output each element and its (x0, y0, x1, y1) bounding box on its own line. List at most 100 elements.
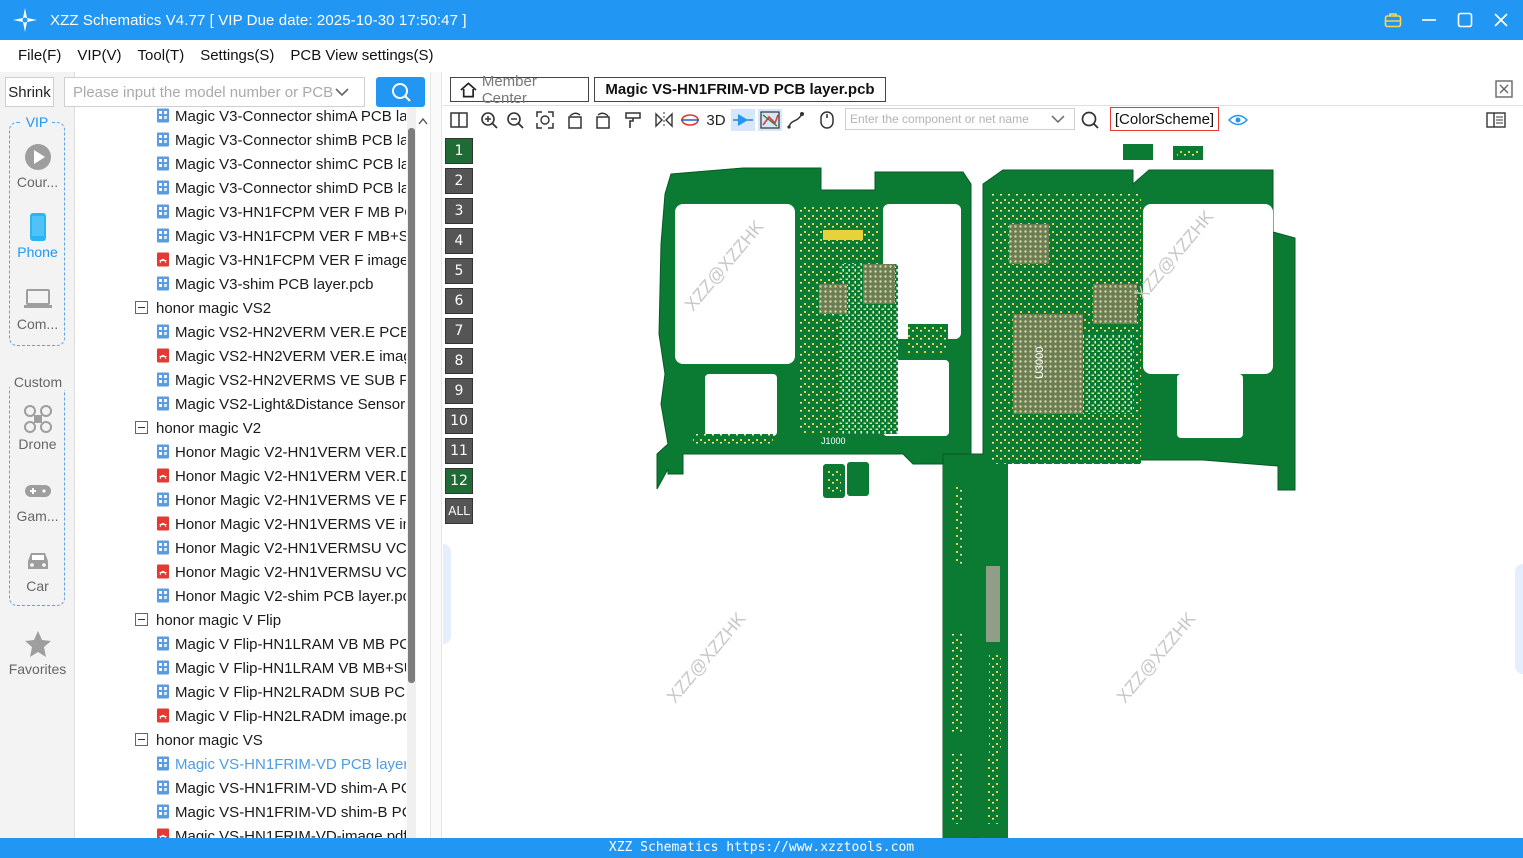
color-scheme-button[interactable]: [ColorScheme] (1110, 107, 1219, 131)
pdf-file-icon (157, 516, 169, 531)
favorites-button[interactable]: Favorites (0, 629, 75, 677)
tree-file-item[interactable]: Honor Magic V2-HN1VERMSU VC image.pdf (156, 561, 406, 585)
visibility-eye-icon[interactable] (1227, 109, 1249, 131)
tree-file-item[interactable]: Magic V3-Connector shimB PCB layer.pcb (156, 129, 406, 153)
tree-scrollbar[interactable] (407, 108, 416, 838)
trace-route-icon[interactable] (785, 109, 807, 131)
tree-file-item[interactable]: Magic V3-Connector shimA PCB layer.pcb (156, 108, 406, 129)
split-view-icon[interactable] (449, 109, 469, 131)
maximize-button[interactable] (1453, 8, 1477, 32)
chevron-down-icon[interactable] (1051, 114, 1065, 124)
home-icon (460, 81, 477, 97)
category-courses[interactable]: Cour... (0, 142, 75, 190)
tree-file-item[interactable]: Honor Magic V2-HN1VERMS VE image.pdf (156, 513, 406, 537)
document-tabs: Member Center Magic VS-HN1FRIM-VD PCB la… (443, 72, 1523, 107)
mouse-mode-icon[interactable] (817, 109, 837, 131)
window-title: XZZ Schematics V4.77 [ VIP Due date: 202… (50, 11, 467, 29)
tree-file-item[interactable]: Magic VS-HN1FRIM-VD shim-B PCB layer.pcb (156, 801, 406, 825)
scroll-up-icon[interactable] (418, 112, 428, 128)
collapse-toggle-icon[interactable] (135, 733, 148, 746)
tree-file-item[interactable]: Honor Magic V2-HN1VERMS VE PCB layer.pcb (156, 489, 406, 513)
collapse-toggle-icon[interactable] (135, 613, 148, 626)
tree-file-item[interactable]: Honor Magic V2-HN1VERM VER.D PCB layer.p… (156, 441, 406, 465)
pdf-file-icon (157, 564, 169, 579)
mirror-icon[interactable] (653, 109, 675, 131)
close-button[interactable] (1489, 8, 1513, 32)
phone-icon (29, 213, 46, 241)
flip-board-icon[interactable] (679, 109, 701, 131)
tree-file-item[interactable]: Magic VS2-HN2VERM VER.E image.pdf (156, 345, 406, 369)
menu-settings[interactable]: Settings(S) (192, 40, 282, 72)
zoom-in-icon[interactable] (479, 109, 499, 131)
tab-active-pcb[interactable]: Magic VS-HN1FRIM-VD PCB layer.pcb (594, 77, 886, 102)
format-brush-icon[interactable] (623, 109, 643, 131)
category-phone[interactable]: Phone (0, 212, 75, 260)
category-computer[interactable]: Com... (0, 284, 75, 332)
tree-file-item[interactable]: Magic VS-HN1FRIM-VD shim-A PCB layer.pcb (156, 777, 406, 801)
tree-file-item[interactable]: Magic V3-Connector shimC PCB layer.pcb (156, 153, 406, 177)
status-bar: XZZ Schematics https://www.xzztools.com (0, 838, 1523, 858)
panel-splitter[interactable] (430, 72, 442, 838)
tree-file-item[interactable]: Magic V Flip-HN1LRAM VB MB+SUB PCB layer… (156, 657, 406, 681)
net-highlight-icon[interactable] (758, 109, 782, 131)
tab-member-center[interactable]: Member Center (450, 73, 589, 107)
tree-file-item[interactable]: Magic V Flip-HN1LRAM VB MB PCB layer.pcb (156, 633, 406, 657)
shrink-button[interactable]: Shrink (5, 77, 54, 107)
menu-pcb-view-settings[interactable]: PCB View settings(S) (282, 40, 441, 72)
tree-file-item[interactable]: Magic V Flip-HN2LRADM image.pdf (156, 705, 406, 729)
tree-file-item[interactable]: Magic VS2-Light&Distance Sensor PCB laye… (156, 393, 406, 417)
model-search-input[interactable] (65, 79, 335, 105)
scrollbar-thumb[interactable] (408, 128, 415, 683)
tree-file-item[interactable]: Honor Magic V2-shim PCB layer.pcb (156, 585, 406, 609)
tree-file-item[interactable]: Magic V3-shim PCB layer.pcb (156, 273, 406, 297)
tree-file-item[interactable]: Magic V Flip-HN2LRADM SUB PCB layer.pcb (156, 681, 406, 705)
category-drone[interactable]: Drone (0, 404, 75, 452)
pdf-file-icon (157, 252, 169, 267)
pdf-file-icon (157, 708, 169, 723)
tree-file-item[interactable]: Magic VS2-HN2VERM VER.E PCB layer.pcb (156, 321, 406, 345)
component-search-input[interactable] (846, 110, 1051, 128)
rotate-right-icon[interactable] (593, 109, 613, 131)
tree-folder[interactable]: honor magic V2 (135, 417, 261, 441)
rotate-left-icon[interactable] (565, 109, 585, 131)
menu-file[interactable]: File(F) (10, 40, 69, 72)
collapse-toggle-icon[interactable] (135, 421, 148, 434)
tree-folder[interactable]: honor magic VS (135, 729, 263, 753)
search-button[interactable] (376, 77, 425, 107)
pcb-file-icon (157, 228, 169, 243)
tree-folder[interactable]: honor magic VS2 (135, 297, 271, 321)
pcb-canvas[interactable]: 1 2 3 4 5 6 7 8 9 10 11 12 ALL J1000 U30… (443, 134, 1523, 838)
tree-item-label: Magic VS2-Light&Distance Sensor PCB laye… (175, 396, 406, 413)
3d-view-button[interactable]: 3D (705, 109, 727, 131)
tree-folder[interactable]: honor magic V Flip (135, 609, 281, 633)
pcb-board-drawing[interactable]: J1000 U3000 XZZ@XZZHK XZZ@XZZHK XZZ@XZZH… (443, 134, 1523, 838)
tree-file-item[interactable]: Honor Magic V2-HN1VERMSU VC PCB layer.pc… (156, 537, 406, 561)
collapse-toggle-icon[interactable] (135, 301, 148, 314)
zoom-out-icon[interactable] (505, 109, 525, 131)
tree-item-label: honor magic V2 (156, 420, 262, 437)
side-panel-icon[interactable] (1485, 109, 1507, 131)
category-car[interactable]: Car (0, 546, 75, 594)
fit-view-icon[interactable] (535, 109, 555, 131)
tree-file-item[interactable]: Magic VS-HN1FRIM-VD PCB layer.pcb (156, 753, 406, 777)
select-pin-icon[interactable] (731, 109, 755, 131)
pcb-toolbar: 3D [ColorScheme] (443, 106, 1523, 134)
tree-item-label: Magic V3-Connector shimA PCB layer.pcb (175, 108, 406, 125)
tree-file-item[interactable]: Magic V3-HN1FCPM VER F MB PCB layer.pcb (156, 201, 406, 225)
component-search-icon[interactable] (1080, 109, 1100, 131)
tree-file-item[interactable]: Honor Magic V2-HN1VERM VER.D image.pdf (156, 465, 406, 489)
tree-file-item[interactable]: Magic VS2-HN2VERMS VE SUB PCB layer.pcb (156, 369, 406, 393)
chevron-down-icon[interactable] (335, 87, 349, 97)
category-game[interactable]: Gam... (0, 476, 75, 524)
tree-file-item[interactable]: Magic V3-HN1FCPM VER F MB+SUB PCB layer.… (156, 225, 406, 249)
menu-vip[interactable]: VIP(V) (69, 40, 129, 72)
tree-file-item[interactable]: Magic V3-Connector shimD PCB layer.pcb (156, 177, 406, 201)
minimize-button[interactable] (1417, 8, 1441, 32)
tree-file-item[interactable]: Magic V3-HN1FCPM VER F image.pdf (156, 249, 406, 273)
vip-briefcase-icon[interactable] (1381, 8, 1405, 32)
tree-file-item[interactable]: Magic VS-HN1FRIM-VD-image.pdf (156, 825, 406, 838)
tree-item-label: Magic V Flip-HN2LRADM SUB PCB layer.pcb (175, 684, 406, 701)
close-tab-icon[interactable] (1495, 80, 1513, 101)
menu-tool[interactable]: Tool(T) (130, 40, 193, 72)
custom-group-label: Custom (10, 374, 66, 390)
